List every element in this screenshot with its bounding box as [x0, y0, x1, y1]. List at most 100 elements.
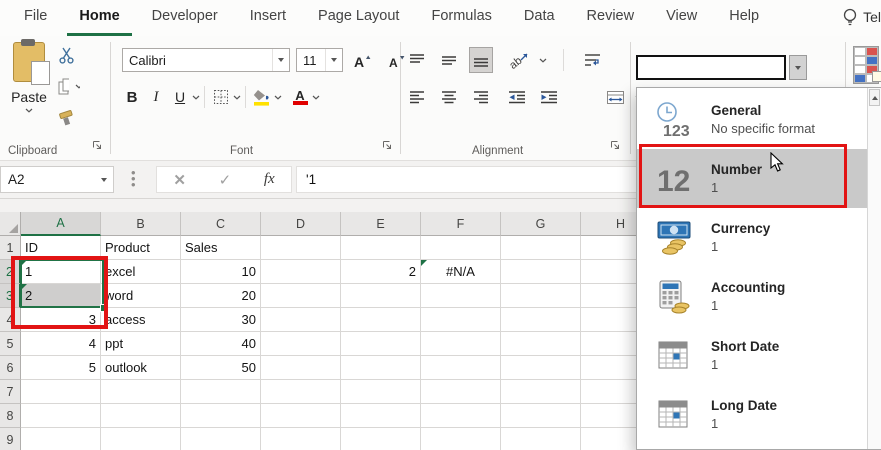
- merge-center-button[interactable]: [603, 84, 627, 110]
- row-header-8[interactable]: 8: [0, 404, 21, 428]
- cell-C9[interactable]: [181, 428, 261, 450]
- cell-A2[interactable]: 1: [21, 260, 101, 284]
- underline-button[interactable]: U: [168, 84, 192, 110]
- cell-D1[interactable]: [261, 236, 341, 260]
- font-color-button[interactable]: A: [288, 84, 312, 110]
- cancel-button[interactable]: ✕: [173, 171, 186, 189]
- tab-developer[interactable]: Developer: [136, 0, 234, 36]
- cell-E1[interactable]: [341, 236, 421, 260]
- italic-button[interactable]: I: [144, 84, 168, 110]
- font-color-dropdown-icon[interactable]: [312, 95, 320, 100]
- tell-me[interactable]: Tel: [842, 7, 881, 27]
- cell-G8[interactable]: [501, 404, 581, 428]
- cell-F2[interactable]: #N/A: [421, 260, 501, 284]
- tab-data[interactable]: Data: [508, 0, 571, 36]
- cell-B5[interactable]: ppt: [101, 332, 181, 356]
- cell-E6[interactable]: [341, 356, 421, 380]
- increase-indent-button[interactable]: [537, 84, 561, 110]
- wrap-text-button[interactable]: [580, 47, 604, 73]
- dropdown-scrollbar[interactable]: [867, 88, 881, 449]
- format-option-accounting[interactable]: Accounting 1: [637, 267, 868, 326]
- cell-D3[interactable]: [261, 284, 341, 308]
- cell-F9[interactable]: [421, 428, 501, 450]
- cell-B6[interactable]: outlook: [101, 356, 181, 380]
- cell-E3[interactable]: [341, 284, 421, 308]
- font-size-combobox[interactable]: 11: [296, 48, 343, 72]
- cut-button[interactable]: [58, 46, 80, 65]
- cell-G6[interactable]: [501, 356, 581, 380]
- cell-B8[interactable]: [101, 404, 181, 428]
- orientation-dropdown-icon[interactable]: [539, 58, 547, 63]
- cell-B2[interactable]: excel: [101, 260, 181, 284]
- tab-page-layout[interactable]: Page Layout: [302, 0, 415, 36]
- cell-G4[interactable]: [501, 308, 581, 332]
- cell-F1[interactable]: [421, 236, 501, 260]
- cell-B3[interactable]: word: [101, 284, 181, 308]
- column-header-E[interactable]: E: [341, 212, 421, 236]
- tab-home[interactable]: Home: [63, 0, 135, 36]
- column-header-C[interactable]: C: [181, 212, 261, 236]
- cell-D6[interactable]: [261, 356, 341, 380]
- tab-help[interactable]: Help: [713, 0, 775, 36]
- cell-G9[interactable]: [501, 428, 581, 450]
- cell-A1[interactable]: ID: [21, 236, 101, 260]
- cell-F4[interactable]: [421, 308, 501, 332]
- cell-E7[interactable]: [341, 380, 421, 404]
- insert-function-button[interactable]: fx: [264, 171, 275, 188]
- cell-G3[interactable]: [501, 284, 581, 308]
- fill-handle[interactable]: [100, 304, 108, 312]
- column-header-D[interactable]: D: [261, 212, 341, 236]
- format-option-currency[interactable]: Currency 1: [637, 208, 868, 267]
- fill-color-dropdown-icon[interactable]: [274, 95, 282, 100]
- align-middle-button[interactable]: [437, 47, 461, 73]
- alignment-dialog-launcher[interactable]: [610, 137, 620, 155]
- tab-formulas[interactable]: Formulas: [415, 0, 507, 36]
- cell-E2[interactable]: 2: [341, 260, 421, 284]
- font-size-dropdown[interactable]: [325, 49, 342, 71]
- cell-B4[interactable]: access: [101, 308, 181, 332]
- cell-A9[interactable]: [21, 428, 101, 450]
- font-name-dropdown[interactable]: [272, 49, 289, 71]
- conditional-formatting-button[interactable]: [853, 46, 881, 84]
- cell-C1[interactable]: Sales: [181, 236, 261, 260]
- tab-file[interactable]: File: [8, 0, 63, 36]
- tab-review[interactable]: Review: [571, 0, 651, 36]
- column-header-A[interactable]: A: [21, 212, 101, 236]
- number-format-input[interactable]: [636, 55, 786, 80]
- cell-A6[interactable]: 5: [21, 356, 101, 380]
- cell-C7[interactable]: [181, 380, 261, 404]
- cell-D7[interactable]: [261, 380, 341, 404]
- cell-F6[interactable]: [421, 356, 501, 380]
- decrease-indent-button[interactable]: [505, 84, 529, 110]
- format-option-long-date[interactable]: Long Date 1: [637, 385, 868, 444]
- align-bottom-button[interactable]: [469, 47, 493, 73]
- enter-button[interactable]: ✓: [219, 171, 232, 189]
- cell-C6[interactable]: 50: [181, 356, 261, 380]
- align-right-button[interactable]: [469, 84, 493, 110]
- bold-button[interactable]: B: [120, 84, 144, 110]
- cell-D8[interactable]: [261, 404, 341, 428]
- row-header-4[interactable]: 4: [0, 308, 21, 332]
- cell-G5[interactable]: [501, 332, 581, 356]
- cell-D9[interactable]: [261, 428, 341, 450]
- tab-view[interactable]: View: [650, 0, 713, 36]
- font-dialog-launcher[interactable]: [382, 137, 392, 155]
- cell-A5[interactable]: 4: [21, 332, 101, 356]
- row-header-5[interactable]: 5: [0, 332, 21, 356]
- cell-C3[interactable]: 20: [181, 284, 261, 308]
- cell-E5[interactable]: [341, 332, 421, 356]
- row-header-6[interactable]: 6: [0, 356, 21, 380]
- cell-G2[interactable]: [501, 260, 581, 284]
- align-top-button[interactable]: [405, 47, 429, 73]
- cell-B1[interactable]: Product: [101, 236, 181, 260]
- fill-color-button[interactable]: [250, 84, 274, 110]
- column-header-F[interactable]: F: [421, 212, 501, 236]
- scroll-up-button[interactable]: [869, 89, 880, 106]
- format-option-short-date[interactable]: Short Date 1: [637, 326, 868, 385]
- cell-D2[interactable]: [261, 260, 341, 284]
- grow-font-button[interactable]: A: [350, 48, 374, 74]
- cell-F5[interactable]: [421, 332, 501, 356]
- row-header-1[interactable]: 1: [0, 236, 21, 260]
- borders-button[interactable]: [209, 84, 233, 110]
- cell-G1[interactable]: [501, 236, 581, 260]
